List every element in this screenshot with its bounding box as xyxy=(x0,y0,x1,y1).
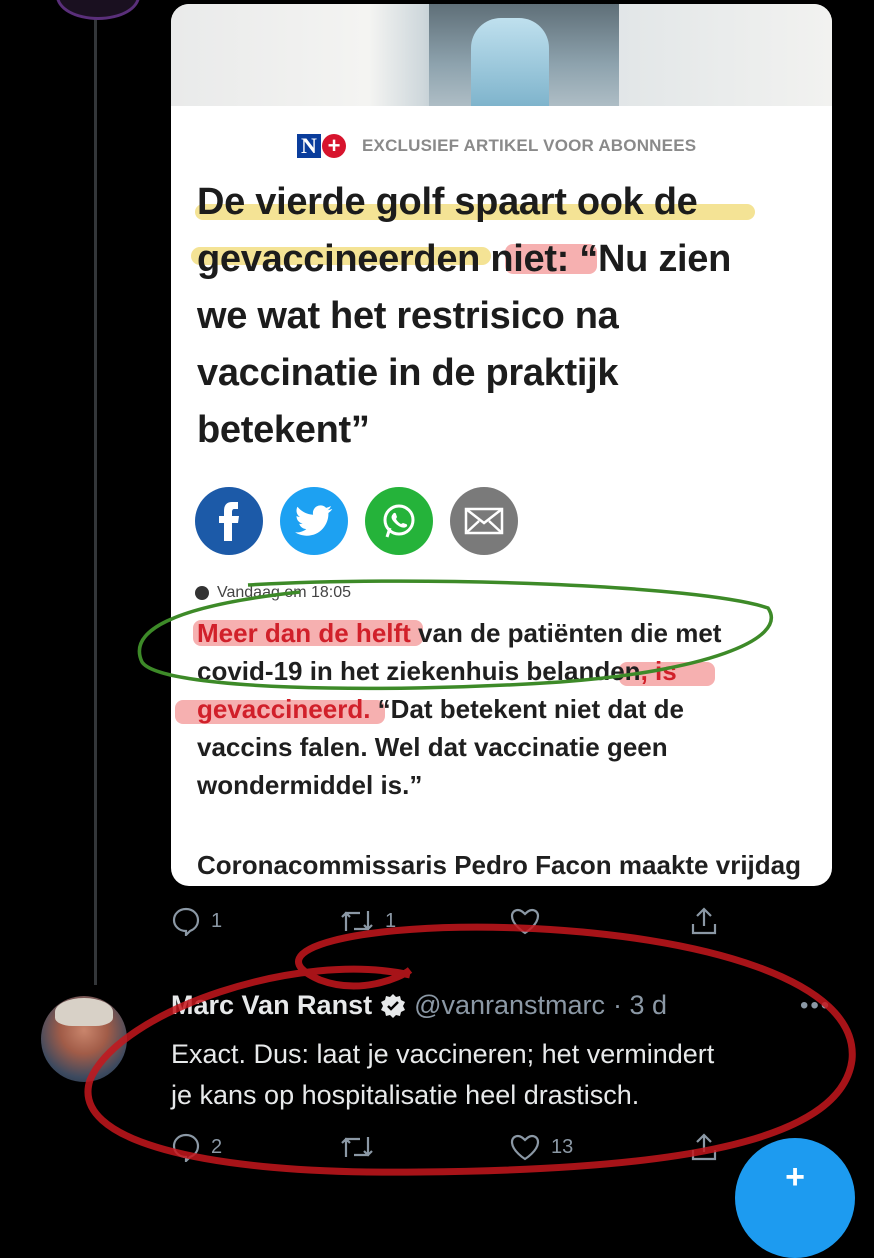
subscriber-badge: N + EXCLUSIEF ARTIKEL VOOR ABONNEES xyxy=(297,134,696,158)
email-share-button[interactable] xyxy=(450,487,518,555)
share-upload-icon xyxy=(691,907,717,935)
reply-bubble-icon xyxy=(172,907,200,936)
like-count-2: 13 xyxy=(551,1135,574,1158)
facebook-icon xyxy=(219,502,239,541)
whatsapp-icon xyxy=(383,504,415,538)
marc-van-ranst-avatar[interactable] xyxy=(41,996,127,1082)
plus-icon: + xyxy=(322,134,346,158)
article-timestamp: Vandaag om 18:05 xyxy=(195,584,351,602)
reply-tweet-actions: 2 13 xyxy=(171,1132,719,1162)
more-options-icon[interactable]: ••• xyxy=(800,992,831,1020)
like-button-2[interactable]: 13 xyxy=(509,1133,689,1161)
heart-icon xyxy=(510,908,540,935)
first-tweet-actions: 1 1 xyxy=(171,906,719,936)
retweet-button-2[interactable] xyxy=(339,1133,509,1161)
retweet-button[interactable]: 1 xyxy=(339,907,509,935)
reply-tweet-text: Exact. Dus: laat je vaccineren; het verm… xyxy=(171,1039,715,1110)
clock-icon xyxy=(195,586,209,600)
reply-tweet-header: Marc Van Ranst @vanranstmarc · 3 d xyxy=(171,990,667,1021)
author-handle[interactable]: @vanranstmarc xyxy=(414,990,605,1021)
article-photo xyxy=(171,4,832,106)
timestamp-text: Vandaag om 18:05 xyxy=(217,584,352,601)
verified-badge-icon xyxy=(381,993,406,1018)
reply-bubble-icon xyxy=(172,1133,200,1162)
share-button[interactable] xyxy=(689,906,719,936)
retweet-count: 1 xyxy=(385,909,397,932)
reply-button[interactable]: 1 xyxy=(171,906,339,936)
twitter-share-button[interactable] xyxy=(280,487,348,555)
avatar-hair xyxy=(55,998,113,1026)
compose-plus-icon: + xyxy=(785,1158,805,1196)
tweet-time[interactable]: · 3 d xyxy=(613,990,667,1021)
share-buttons xyxy=(195,487,518,555)
whatsapp-share-button[interactable] xyxy=(365,487,433,555)
facebook-share-button[interactable] xyxy=(195,487,263,555)
thread-connector-line xyxy=(94,0,97,985)
share-button-2[interactable] xyxy=(689,1132,719,1162)
reply-count: 1 xyxy=(211,909,223,932)
exclusive-label: EXCLUSIEF ARTIKEL VOOR ABONNEES xyxy=(362,136,697,155)
article-image-card[interactable]: N + EXCLUSIEF ARTIKEL VOOR ABONNEES De v… xyxy=(171,4,832,886)
author-name[interactable]: Marc Van Ranst xyxy=(171,990,372,1021)
heart-icon xyxy=(510,1134,540,1161)
article-continuation: Coronacommissaris Pedro Facon maakte vri… xyxy=(197,850,801,880)
twitter-bird-icon xyxy=(295,505,333,536)
logo-letter: N xyxy=(297,134,321,158)
retweet-icon xyxy=(341,1137,373,1157)
previous-tweet-avatar[interactable] xyxy=(56,0,140,20)
reply-button-2[interactable]: 2 xyxy=(171,1132,339,1162)
like-button[interactable] xyxy=(509,907,689,935)
compose-tweet-button[interactable]: + xyxy=(735,1138,855,1258)
reply-count-2: 2 xyxy=(211,1135,223,1158)
photo-medical-worker xyxy=(471,18,549,106)
article-headline: De vierde golf spaart ook de gevaccineer… xyxy=(197,181,732,451)
nieuwsblad-plus-logo: N + xyxy=(297,134,346,158)
article-lead: Meer dan de helft van de patiënten die m… xyxy=(197,618,722,800)
mail-envelope-icon xyxy=(464,507,504,535)
retweet-icon xyxy=(341,911,373,931)
share-upload-icon xyxy=(691,1133,717,1161)
